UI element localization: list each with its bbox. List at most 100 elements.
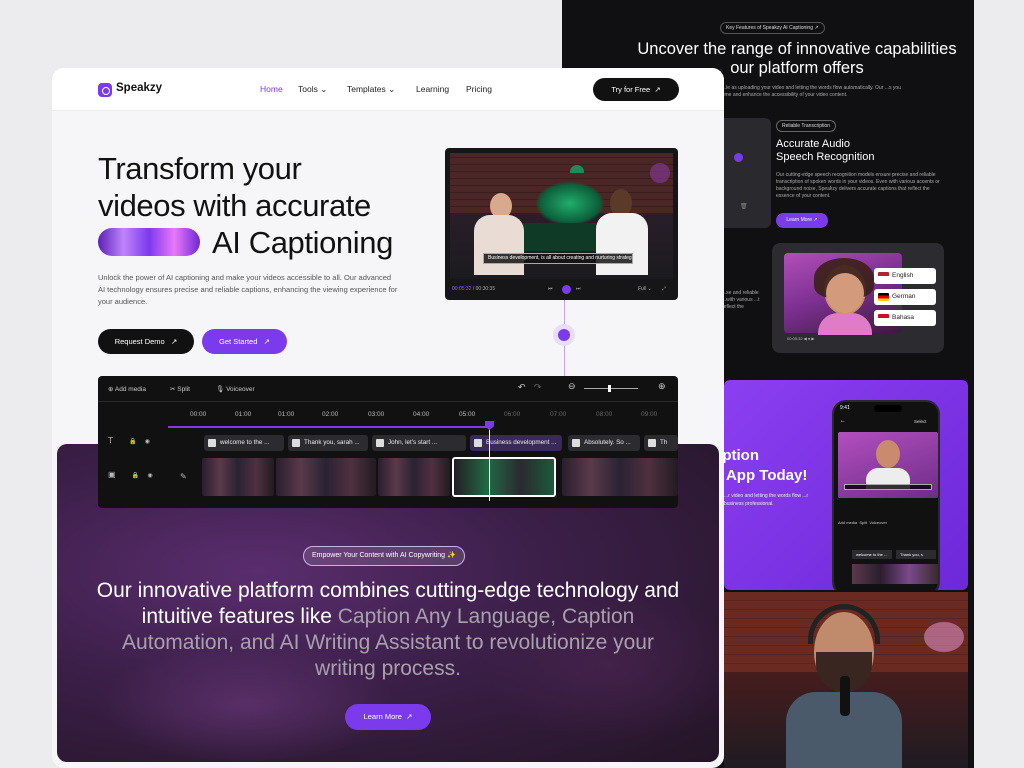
speech-recognition-title: Accurate Audio Speech Recognition	[776, 138, 874, 164]
total-time: 00:30:35	[475, 286, 496, 292]
request-demo-button[interactable]: Request Demo ↗	[98, 329, 194, 354]
language-english[interactable]: English	[874, 268, 936, 284]
key-features-badge: Key Features of Speakzy AI Captioning ↗	[720, 22, 825, 34]
chevron-down-icon: ⌄	[388, 84, 396, 94]
playhead-handle[interactable]	[485, 421, 494, 430]
app-promo-description: ...r video and letting the words flow ..…	[724, 493, 809, 507]
plus-circle-icon: ⊕	[108, 386, 114, 393]
nav-pricing[interactable]: Pricing	[466, 84, 492, 94]
phone-caption	[844, 484, 932, 490]
phone-caption-chip[interactable]: Thank you, s	[896, 550, 936, 559]
video-player[interactable]: Business development, is all about creat…	[445, 148, 678, 300]
zoom-out-icon[interactable]: ⊖	[568, 381, 576, 392]
caption-chip[interactable]: Thank you, sarah ...	[288, 435, 368, 451]
video-clip[interactable]	[562, 458, 678, 496]
lamp-glow	[924, 622, 964, 652]
voiceover-label[interactable]: Voiceover	[869, 520, 887, 525]
caption-chip[interactable]: Absolutely. So ...	[568, 435, 640, 451]
back-arrow-icon[interactable]: ←	[840, 418, 846, 424]
language-label: English	[892, 272, 914, 279]
caption-track-controls: T 🔒 ◉	[108, 436, 168, 456]
split-button[interactable]: ✂ Split	[170, 385, 190, 393]
lock-icon[interactable]: 🔒	[129, 439, 136, 445]
phone-clip-track	[852, 564, 938, 584]
tick-label: 05:00	[459, 411, 476, 418]
text-icon[interactable]: T	[108, 436, 113, 445]
us-flag-icon	[878, 272, 889, 280]
button-label: Learn More	[363, 712, 402, 721]
hero-line-2: videos with accurate	[98, 188, 371, 223]
caption-chip[interactable]: Th	[644, 435, 678, 451]
transcription-learn-more-button[interactable]: Learn More ↗	[776, 213, 828, 228]
learn-more-button[interactable]: Learn More ↗	[345, 704, 431, 730]
visibility-icon[interactable]: ◉	[145, 439, 150, 445]
chip-label: welcome to the ...	[220, 439, 270, 446]
nav-learning[interactable]: Learning	[416, 84, 449, 94]
trash-icon: 🗑	[740, 204, 748, 210]
video-clip[interactable]	[202, 458, 274, 496]
play-icon[interactable]	[562, 285, 571, 294]
select-button[interactable]: Select	[914, 419, 927, 424]
caption-chip-active[interactable]: Business development ...	[470, 435, 562, 451]
speakzy-bubble-icon	[734, 153, 743, 162]
host-body	[474, 215, 524, 275]
quality-select[interactable]: Full ⌄	[638, 282, 652, 296]
voiceover-button[interactable]: 🎙 Voiceover	[216, 385, 255, 393]
tick-label: 02:00	[322, 411, 339, 418]
undo-icon[interactable]: ↶	[518, 382, 526, 393]
microphone-icon	[840, 676, 850, 716]
text-icon	[292, 439, 300, 447]
empower-badge: Empower Your Content with AI Copywriting…	[303, 546, 465, 566]
caption-chip[interactable]: John, let's start ...	[372, 435, 466, 451]
skip-back-icon[interactable]: ⏮	[548, 282, 553, 296]
microphone-icon: 🎙	[216, 386, 225, 393]
hero-line-1: Transform your	[98, 151, 302, 186]
button-label: Request Demo	[114, 337, 165, 346]
tick-label: 01:00	[235, 411, 252, 418]
nav-templates[interactable]: Templates ⌄	[347, 84, 395, 95]
visibility-icon[interactable]: ◉	[148, 473, 153, 479]
split-label[interactable]: Split	[859, 520, 867, 525]
language-bahasa[interactable]: Bahasa	[874, 310, 936, 326]
edit-icon[interactable]: ✎	[180, 472, 187, 481]
speakzy-logo-icon[interactable]	[98, 83, 112, 97]
language-label: German	[892, 293, 916, 300]
video-clip[interactable]	[276, 458, 376, 496]
video-icon[interactable]: ▣	[108, 470, 116, 479]
brand-name[interactable]: Speakzy	[116, 82, 162, 94]
video-caption: Business development, is all about creat…	[483, 253, 633, 264]
playhead-line[interactable]	[489, 421, 490, 501]
video-clip[interactable]	[378, 458, 450, 496]
button-label: Try for Free	[611, 85, 651, 94]
fullscreen-icon[interactable]: ⤢	[662, 282, 666, 296]
add-media-label[interactable]: Add media	[838, 520, 857, 525]
timeline-progress	[168, 426, 488, 428]
timeline-toolbar: ⊕ Add media ✂ Split 🎙 Voiceover ↶ ↷ ⊖ ⊕	[98, 376, 678, 402]
face-front	[826, 273, 864, 313]
zoom-slider[interactable]	[584, 388, 638, 389]
chip-label: John, let's start ...	[388, 439, 438, 446]
nav-tools[interactable]: Tools ⌄	[298, 84, 327, 95]
green-lamp-glow	[535, 181, 605, 226]
shirt-shape	[818, 313, 872, 335]
tick-label: 03:00	[368, 411, 385, 418]
title-line-1: Accurate Audio	[776, 138, 850, 150]
skip-forward-icon[interactable]: ⏭	[576, 282, 581, 296]
nav-home[interactable]: Home	[260, 84, 283, 94]
redo-icon[interactable]: ↷	[534, 382, 542, 393]
try-free-button[interactable]: Try for Free ↗	[593, 78, 679, 101]
zoom-in-icon[interactable]: ⊕	[658, 381, 666, 392]
add-media-button[interactable]: ⊕ Add media	[108, 385, 146, 393]
purple-light	[650, 163, 670, 183]
promo-line-1: aption	[724, 447, 759, 464]
reliable-transcription-badge: Reliable Transcription	[776, 120, 837, 132]
clip-selection-frame[interactable]	[452, 457, 556, 497]
features-headline: Our innovative platform combines cutting…	[92, 578, 684, 682]
get-started-button[interactable]: Get Started ↗	[202, 329, 287, 354]
lock-icon[interactable]: 🔒	[132, 473, 139, 479]
phone-caption-chip[interactable]: welcome to the ...	[852, 550, 892, 559]
caption-chip[interactable]: welcome to the ...	[204, 435, 284, 451]
quality-value: Full	[638, 286, 647, 292]
zoom-slider-thumb[interactable]	[608, 385, 611, 392]
language-german[interactable]: German	[874, 289, 936, 305]
